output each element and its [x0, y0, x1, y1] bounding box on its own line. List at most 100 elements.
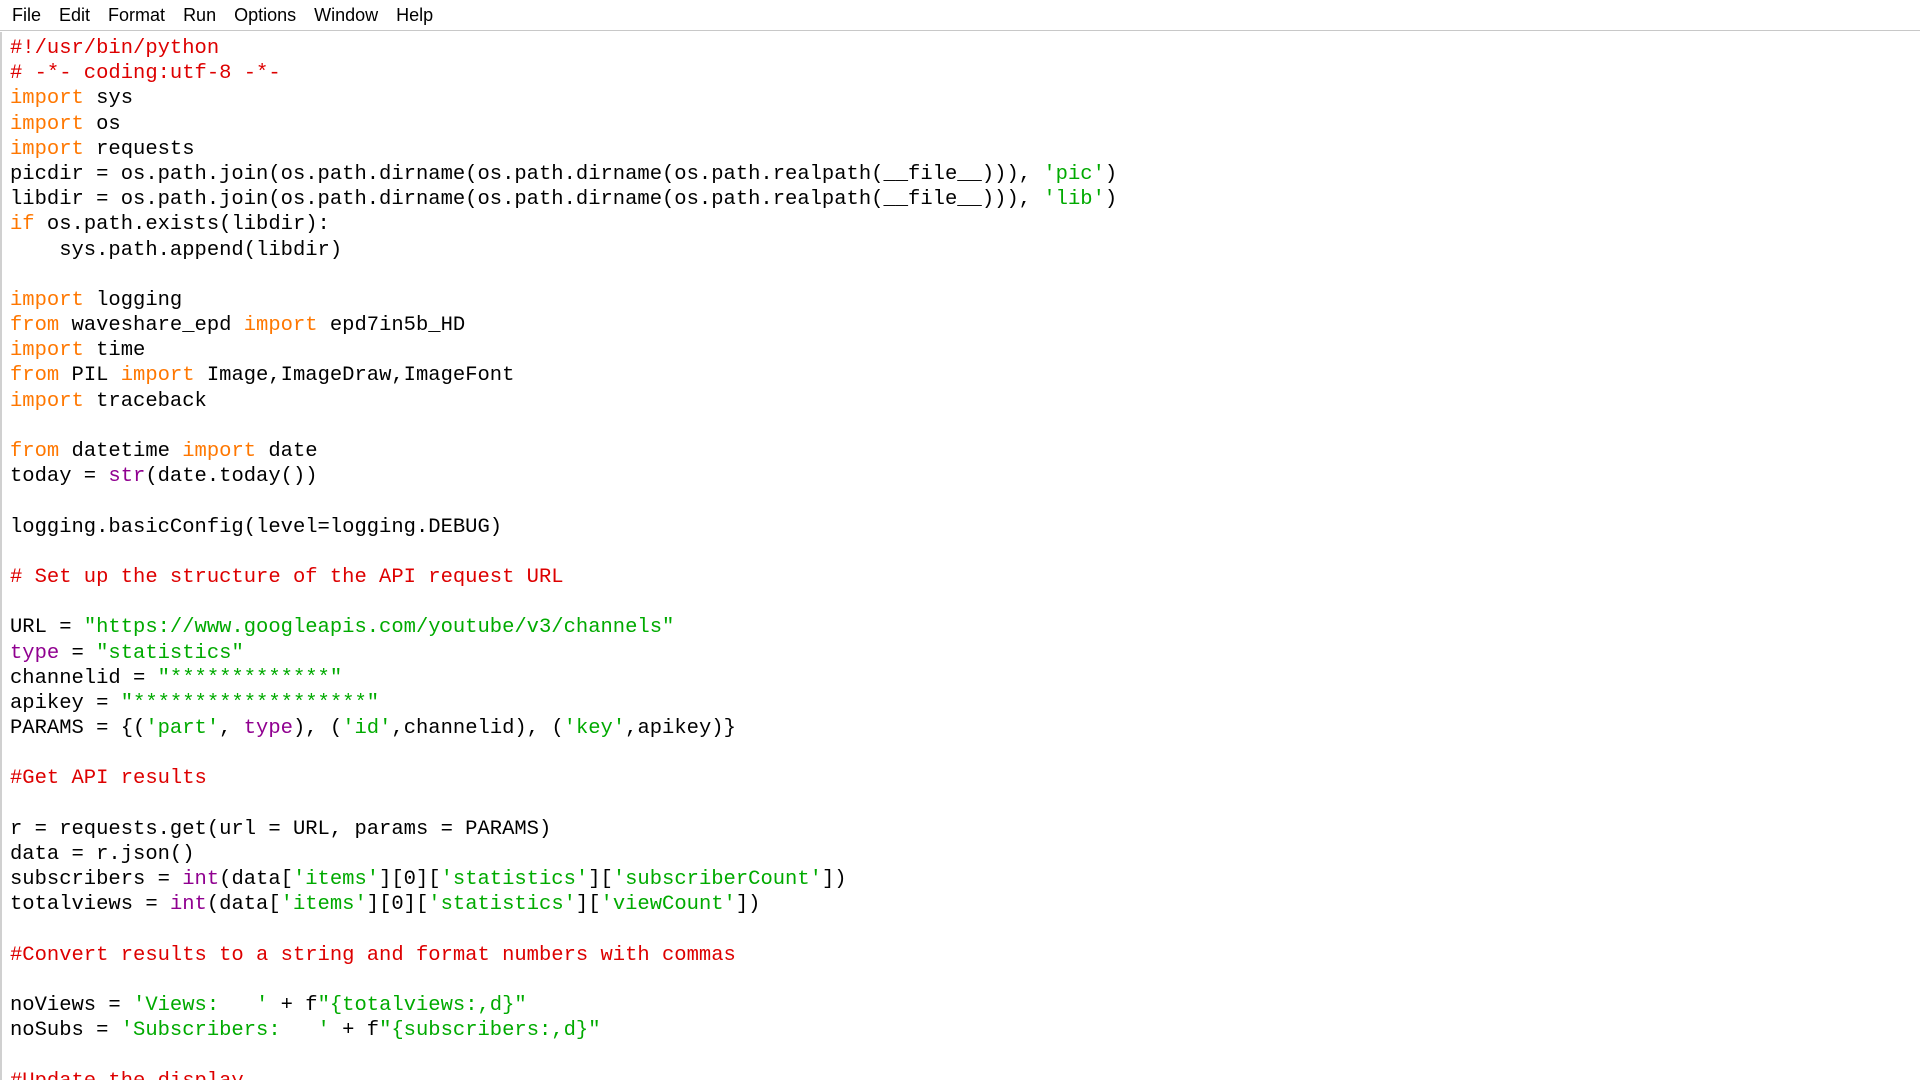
code-line: totalviews = int(data['items'][0]['stati…: [10, 892, 1117, 917]
code-token: 'pic': [1043, 162, 1105, 186]
code-text-area[interactable]: #!/usr/bin/python # -*- coding:utf-8 -*- i…: [10, 36, 1117, 1080]
code-token: (data[: [219, 868, 293, 892]
code-token: 'lib': [1043, 188, 1105, 212]
code-line: type = "statistics": [10, 641, 1117, 666]
code-token: ][0][: [379, 868, 441, 892]
code-token: sys.path.append(libdir): [10, 238, 343, 262]
menu-run[interactable]: Run: [174, 0, 225, 31]
code-token: import: [243, 314, 318, 338]
code-line: data = r.json(): [10, 842, 1117, 867]
code-token: os.path.exists(libdir):: [34, 213, 330, 237]
code-token: date: [256, 440, 318, 463]
code-token: str: [108, 465, 146, 489]
code-token: ][: [588, 868, 613, 892]
code-line: sys.path.append(libdir): [10, 238, 1117, 263]
code-token: + f: [268, 994, 318, 1018]
code-token: #!/usr/bin/python: [10, 37, 220, 60]
code-token: ,apikey)}: [625, 717, 736, 741]
code-token: # Set up the structure of the API reques…: [10, 565, 564, 589]
menu-format[interactable]: Format: [99, 0, 174, 31]
code-line: # Set up the structure of the API reques…: [10, 565, 1117, 590]
code-token: 'statistics': [440, 868, 589, 892]
code-token: type: [10, 641, 60, 665]
code-line: from waveshare_epd import epd7in5b_HD: [10, 313, 1117, 338]
code-line: import requests: [10, 137, 1117, 162]
code-token: 'statistics': [428, 893, 576, 917]
code-token: 'items': [292, 868, 380, 892]
code-line: noSubs = 'Subscribers: ' + f"{subscriber…: [10, 1018, 1117, 1043]
code-token: totalviews =: [10, 893, 170, 917]
code-token: 'Views: ': [133, 994, 269, 1018]
code-token: waveshare_epd: [59, 314, 244, 338]
code-token: import: [10, 288, 84, 312]
code-token: "*************": [157, 666, 343, 690]
code-token: PIL: [59, 364, 121, 388]
code-line: from datetime import date: [10, 439, 1117, 464]
code-editor[interactable]: #!/usr/bin/python # -*- coding:utf-8 -*- i…: [0, 32, 1920, 1080]
menu-edit[interactable]: Edit: [50, 0, 99, 31]
code-token: int: [182, 868, 220, 892]
code-token: import: [120, 364, 195, 388]
code-token: #Update the display: [10, 1070, 244, 1080]
code-token: import: [10, 87, 84, 111]
code-token: ): [1104, 188, 1118, 212]
menu-bar: File Edit Format Run Options Window Help: [0, 0, 1920, 31]
code-token: 'key': [563, 717, 626, 741]
code-token: 'Subscribers: ': [120, 1019, 330, 1043]
code-token: ,channelid), (: [391, 717, 564, 741]
code-token: traceback: [83, 389, 207, 413]
code-token: logging.basicConfig(level=logging.DEBUG): [10, 515, 503, 539]
menu-options[interactable]: Options: [225, 0, 305, 31]
code-token: (date.today()): [145, 465, 318, 489]
code-token: sys: [83, 87, 134, 111]
code-token: noSubs =: [10, 1019, 121, 1043]
code-token: PARAMS = {(: [10, 717, 146, 741]
code-token: "https://www.googleapis.com/youtube/v3/c…: [83, 616, 675, 640]
code-token: 'id': [342, 717, 392, 741]
code-token: "statistics": [96, 641, 244, 665]
code-token: today =: [10, 465, 109, 489]
code-token: import: [10, 389, 84, 413]
code-token: ): [1104, 162, 1118, 186]
code-token: int: [169, 893, 207, 917]
code-line: from PIL import Image,ImageDraw,ImageFon…: [10, 363, 1117, 388]
code-line: PARAMS = {('part', type), ('id',channeli…: [10, 716, 1117, 741]
menu-file[interactable]: File: [3, 0, 50, 31]
code-token: picdir = os.path.join(os.path.dirname(os…: [10, 162, 1044, 186]
menu-help[interactable]: Help: [387, 0, 442, 31]
code-token: + f: [329, 1019, 380, 1043]
code-token: URL =: [10, 616, 84, 640]
code-token: r = requests.get(url = URL, params = PAR…: [10, 817, 552, 841]
code-token: import: [182, 440, 257, 463]
code-token: time: [83, 339, 146, 363]
code-token: apikey =: [10, 691, 121, 715]
code-line: libdir = os.path.join(os.path.dirname(os…: [10, 187, 1117, 212]
code-token: ]): [821, 868, 847, 892]
code-token: requests: [83, 137, 195, 161]
code-token: #Get API results: [10, 767, 207, 791]
code-line: #Get API results: [10, 766, 1117, 791]
code-token: ), (: [292, 717, 343, 741]
code-token: noViews =: [10, 994, 134, 1018]
code-token: "{totalviews:,d}": [317, 994, 527, 1018]
code-line: URL = "https://www.googleapis.com/youtub…: [10, 615, 1117, 640]
code-token: from: [10, 440, 60, 463]
code-line: import sys: [10, 86, 1117, 111]
code-token: subscribers =: [10, 868, 183, 892]
code-line: import traceback: [10, 389, 1117, 414]
code-line: noViews = 'Views: ' + f"{totalviews:,d}": [10, 993, 1117, 1018]
code-token: Image,ImageDraw,ImageFont: [194, 364, 515, 388]
code-line: channelid = "*************": [10, 666, 1117, 691]
code-token: logging: [83, 288, 183, 312]
code-token: 'part': [145, 717, 220, 741]
code-line: apikey = "*******************": [10, 691, 1117, 716]
code-line: #!/usr/bin/python: [10, 36, 1117, 61]
menu-window[interactable]: Window: [305, 0, 387, 31]
